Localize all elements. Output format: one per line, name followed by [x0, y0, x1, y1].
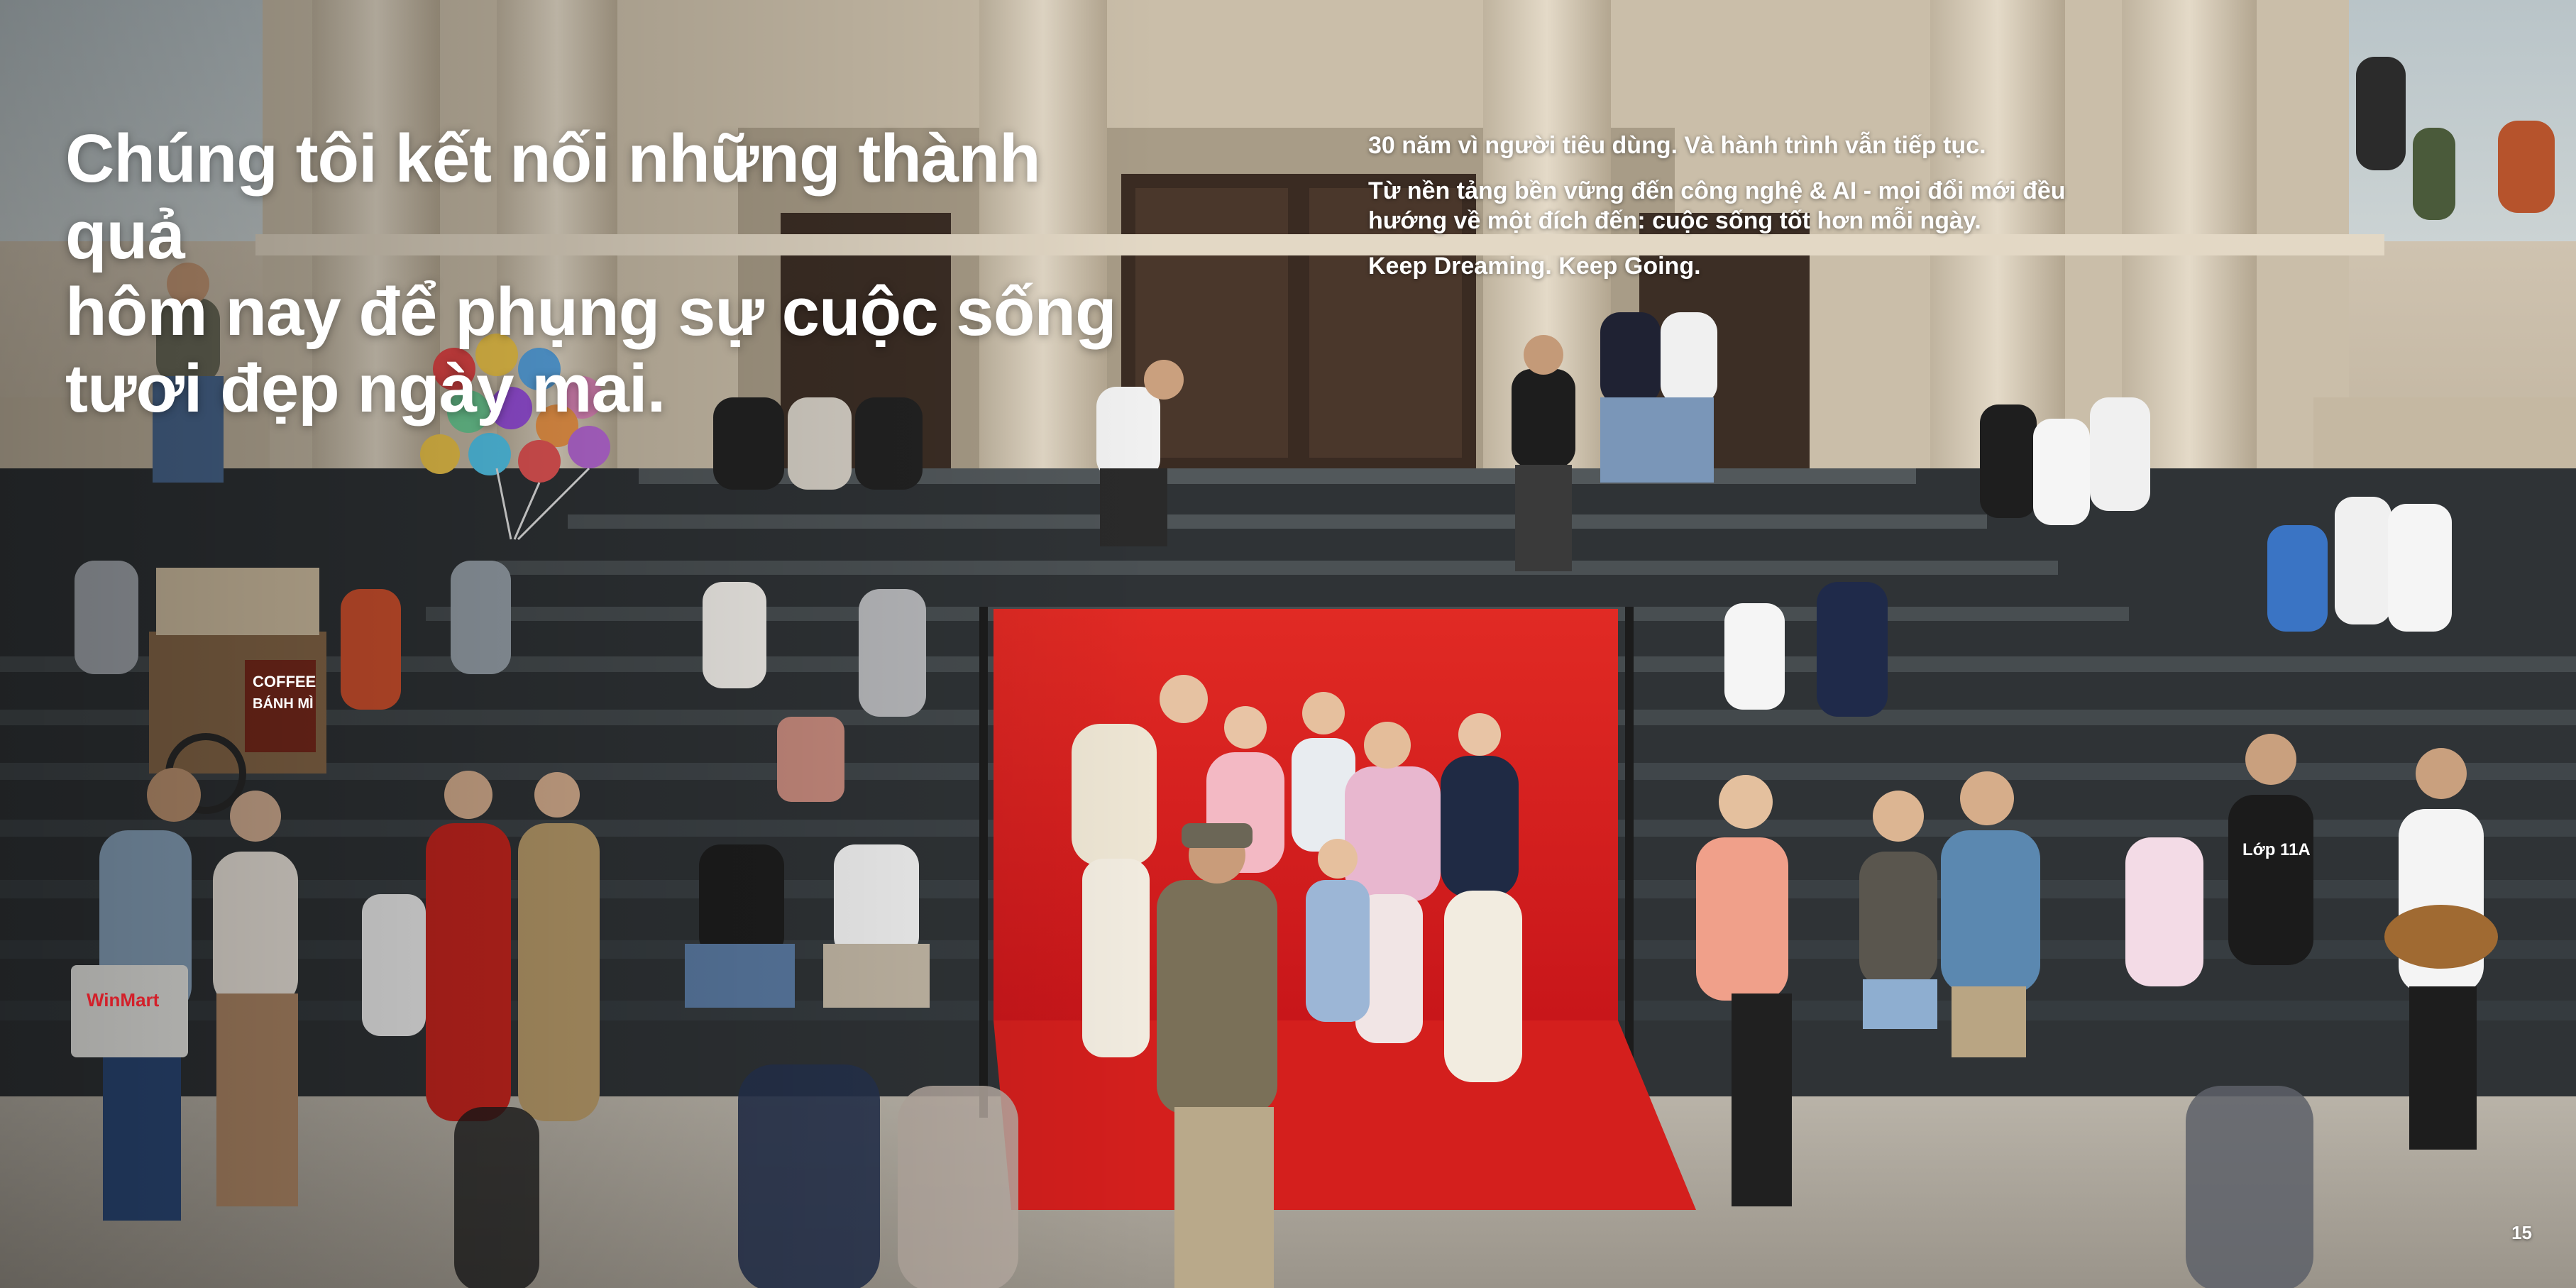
headline-line-2: hôm nay để phụng sự cuộc sống — [65, 274, 1117, 350]
intro-paragraph-2: Từ nền tảng bền vững đến công nghệ & AI … — [1368, 176, 2120, 236]
bag-logo-winmart: WinMart — [87, 989, 160, 1011]
shirt-text: Lớp 11A — [2242, 840, 2311, 859]
intro-tagline: Keep Dreaming. Keep Going. — [1368, 253, 1701, 280]
headline-line-1: Chúng tôi kết nối những thành quả — [65, 121, 1041, 273]
page-number: 15 — [2511, 1222, 2532, 1243]
cart-sign-banhmi: BÁNH MÌ — [253, 695, 314, 712]
intro-paragraph-2-line-1: Từ nền tảng bền vững đến công nghệ & AI … — [1368, 177, 2066, 204]
intro-text-block: 30 năm vì người tiêu dùng. Và hành trình… — [1368, 131, 2120, 297]
cart-sign-coffee: COFFEE — [253, 673, 316, 690]
headline-line-3: tươi đẹp ngày mai. — [65, 351, 666, 426]
intro-paragraph-1: 30 năm vì người tiêu dùng. Và hành trình… — [1368, 132, 1986, 159]
intro-paragraph-2-line-2: hướng về một đích đến: cuộc sống tốt hơn… — [1368, 207, 1981, 234]
page-headline: Chúng tôi kết nối những thành quả hôm na… — [65, 121, 1172, 427]
